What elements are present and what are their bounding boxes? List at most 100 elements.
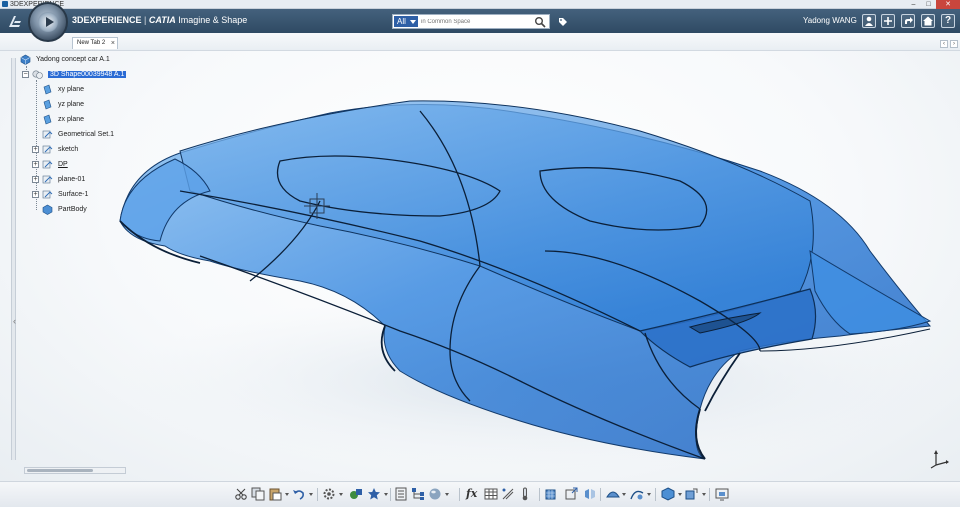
user-icon[interactable] xyxy=(862,14,876,28)
shape-icon[interactable] xyxy=(661,487,675,501)
tree-item-plane-01[interactable]: plane-01 xyxy=(42,173,85,185)
chevron-down-icon[interactable] xyxy=(384,493,388,496)
tree-item-partbody[interactable]: PartBody xyxy=(42,203,87,215)
search-filter-label: All xyxy=(397,17,406,26)
dassault-logo-icon[interactable] xyxy=(6,13,24,31)
favorite-icon[interactable] xyxy=(367,487,381,501)
symmetry-icon[interactable] xyxy=(606,487,620,501)
search-filter-dropdown[interactable]: All xyxy=(394,16,418,27)
catalog-icon[interactable] xyxy=(394,487,408,501)
table-icon[interactable] xyxy=(484,487,498,501)
tree-item-label: yz plane xyxy=(58,100,85,108)
toolbar-divider xyxy=(539,488,540,501)
chevron-down-icon[interactable] xyxy=(309,493,313,496)
collapse-panel-icon[interactable]: ‹ xyxy=(13,316,16,326)
chevron-down-icon[interactable] xyxy=(622,493,626,496)
thermometer-icon[interactable] xyxy=(518,487,532,501)
close-window-button[interactable]: ✕ xyxy=(936,0,960,9)
toolbar-divider xyxy=(600,488,601,501)
tree-item-label: DP xyxy=(58,160,68,168)
tree-root[interactable]: Yadong concept car A.1 xyxy=(20,53,110,65)
app-title: 3DEXPERIENCE | CATIA Imagine & Shape xyxy=(72,15,247,25)
tree-item-label: Surface-1 xyxy=(58,190,89,198)
user-name[interactable]: Yadong WANG xyxy=(803,16,857,25)
tree-item-zx-plane[interactable]: zx plane xyxy=(42,113,84,125)
toolbar-divider xyxy=(390,488,391,501)
app-header: 3DEXPERIENCE | CATIA Imagine & Shape All… xyxy=(0,9,960,33)
paste-icon[interactable] xyxy=(268,487,282,501)
settings-icon[interactable] xyxy=(322,487,336,501)
expand-icon[interactable]: + xyxy=(32,176,39,183)
chevron-down-icon[interactable] xyxy=(647,493,651,496)
help-icon[interactable]: ? xyxy=(941,14,955,28)
chevron-down-icon[interactable] xyxy=(339,493,343,496)
transform-icon[interactable] xyxy=(564,487,578,501)
left-panel-scrollbar[interactable]: ‹ xyxy=(11,58,16,460)
tree-item-xy-plane[interactable]: xy plane xyxy=(42,83,84,95)
tab-scroll-left-icon[interactable]: ‹ xyxy=(940,40,948,48)
tree-item-surface-1[interactable]: Surface-1 xyxy=(42,188,88,200)
home-icon[interactable] xyxy=(921,14,935,28)
insert-icon[interactable] xyxy=(349,487,363,501)
tab-scroll-right-icon[interactable]: › xyxy=(950,40,958,48)
search-input[interactable] xyxy=(421,16,529,27)
car-model[interactable] xyxy=(0,51,960,481)
share-icon[interactable] xyxy=(901,14,915,28)
tree-item-yz-plane[interactable]: yz plane xyxy=(42,98,84,110)
expand-icon[interactable]: + xyxy=(32,191,39,198)
plane-icon xyxy=(43,114,52,124)
expand-icon[interactable]: + xyxy=(32,161,39,168)
chevron-down-icon[interactable] xyxy=(702,493,706,496)
chevron-down-icon[interactable] xyxy=(285,493,289,496)
product-icon xyxy=(20,54,31,65)
measure-icon[interactable] xyxy=(501,487,515,501)
render-icon[interactable] xyxy=(428,487,442,501)
close-tab-icon[interactable]: × xyxy=(111,38,115,49)
tree-item-label: zx plane xyxy=(58,115,85,123)
toolbar-divider xyxy=(459,488,460,501)
tab-new-tab-2[interactable]: New Tab 2 × xyxy=(72,37,118,49)
add-icon[interactable] xyxy=(881,14,895,28)
tree-item-label: plane-01 xyxy=(58,175,86,183)
tab-label: New Tab 2 xyxy=(77,40,106,46)
capture-icon[interactable] xyxy=(715,487,729,501)
undo-icon[interactable] xyxy=(292,487,306,501)
collapse-icon[interactable]: − xyxy=(22,71,29,78)
tree-product[interactable]: 3D Shape00039948 A.1 xyxy=(32,68,127,80)
geometrical-set-icon xyxy=(42,145,53,153)
minimize-button[interactable]: – xyxy=(906,0,921,9)
geometrical-set-icon xyxy=(42,160,53,168)
toolbar-divider xyxy=(709,488,710,501)
mirror-icon[interactable] xyxy=(583,487,597,501)
play-icon[interactable] xyxy=(46,17,54,27)
curve-icon[interactable] xyxy=(630,487,644,501)
3d-viewport[interactable] xyxy=(0,51,960,481)
tree-icon[interactable] xyxy=(411,487,425,501)
tree-horizontal-scrollbar[interactable] xyxy=(24,467,126,474)
subdivision-icon[interactable] xyxy=(545,487,559,501)
tree-item-dp[interactable]: DP xyxy=(42,158,68,170)
tree-root-label: Yadong concept car A.1 xyxy=(36,55,110,63)
expand-icon[interactable]: + xyxy=(32,146,39,153)
toolbar-divider xyxy=(317,488,318,501)
chevron-down-icon[interactable] xyxy=(678,493,682,496)
cut-icon[interactable] xyxy=(234,487,248,501)
maximize-button[interactable]: □ xyxy=(921,0,936,9)
geometrical-set-icon xyxy=(42,130,53,138)
modify-icon[interactable] xyxy=(685,487,699,501)
axis-compass-icon[interactable] xyxy=(928,447,950,469)
search-icon[interactable] xyxy=(534,16,546,28)
chevron-down-icon[interactable] xyxy=(445,493,449,496)
title-separator: | xyxy=(144,15,147,25)
chevron-down-icon xyxy=(410,20,416,24)
scrollbar-thumb[interactable] xyxy=(27,469,93,472)
plane-icon xyxy=(43,84,52,94)
part-body-icon xyxy=(42,204,53,215)
tree-item-geometrical-set[interactable]: Geometrical Set.1 xyxy=(42,128,114,140)
tree-item-sketch[interactable]: sketch xyxy=(42,143,78,155)
tag-icon[interactable] xyxy=(558,17,568,27)
formula-icon[interactable]: fx xyxy=(466,487,477,500)
compass-icon[interactable] xyxy=(28,2,68,42)
brand-label: 3DEXPERIENCE xyxy=(72,15,142,25)
copy-icon[interactable] xyxy=(251,487,265,501)
